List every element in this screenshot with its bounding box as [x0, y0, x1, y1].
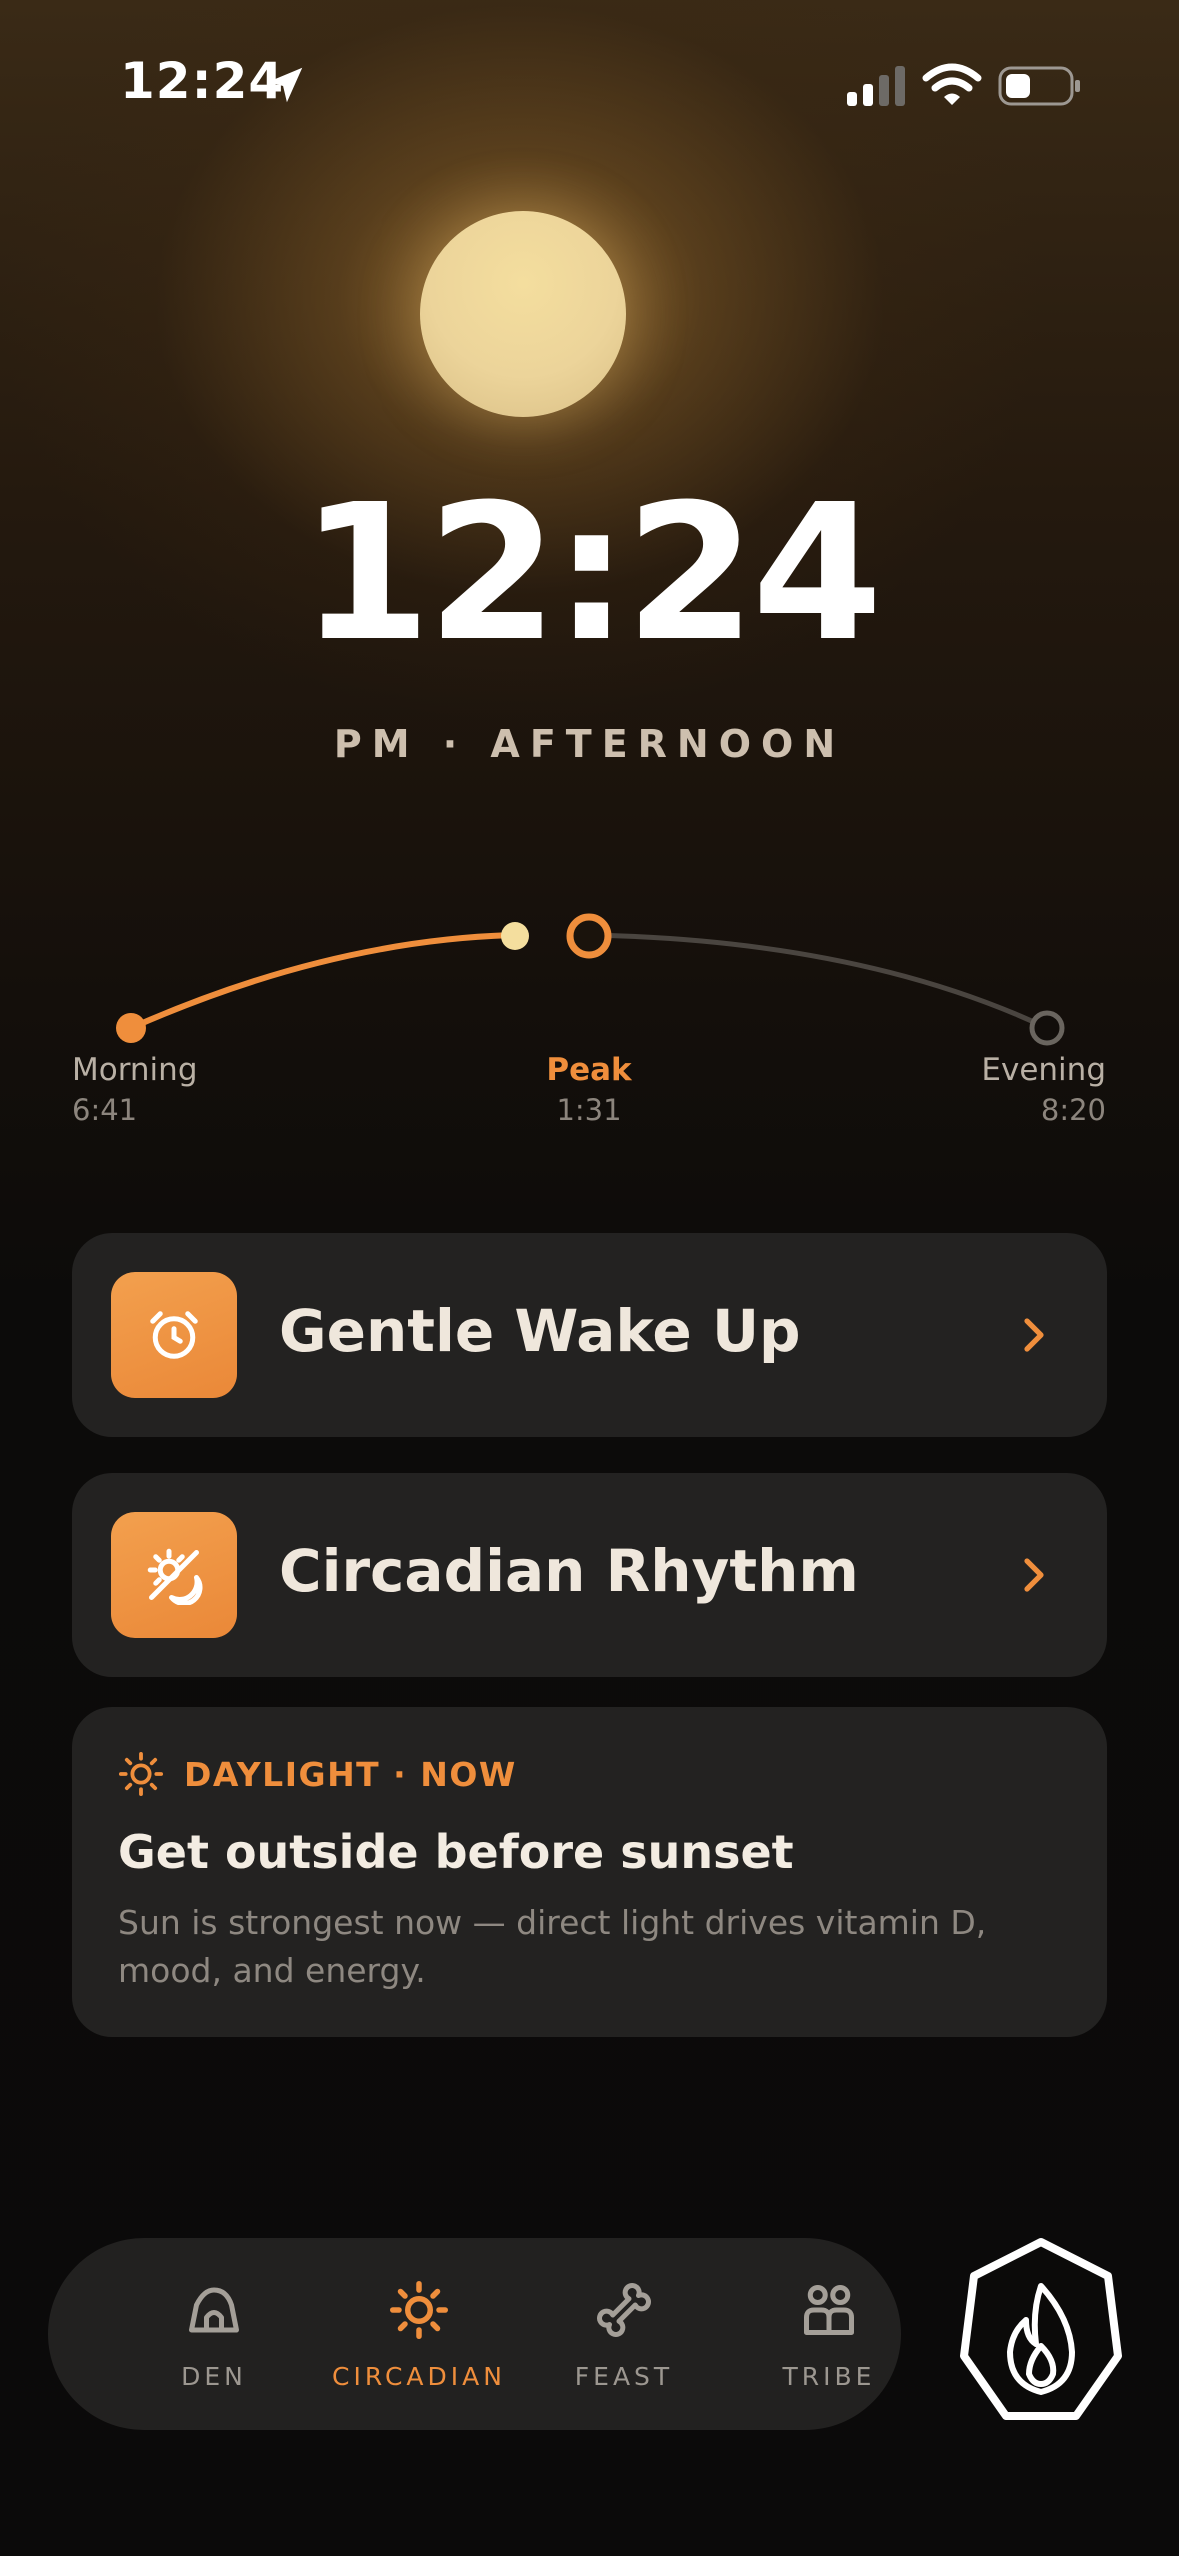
flame-button[interactable]	[958, 2236, 1124, 2426]
tab-den-label: DEN	[181, 2362, 247, 2391]
tab-den[interactable]: DEN	[114, 2238, 314, 2430]
tab-feast-label: FEAST	[574, 2362, 674, 2391]
arc-remaining	[587, 932, 1049, 1031]
rhythm-icon-tile	[111, 1512, 237, 1638]
wake-icon-tile	[111, 1272, 237, 1398]
sun-icon	[118, 1751, 164, 1797]
info-body: Sun is strongest now — direct light driv…	[118, 1903, 987, 1990]
day-period: PM · AFTERNOON	[333, 722, 846, 766]
current-time: 12:24	[300, 464, 882, 683]
morning-time: 6:41	[72, 1093, 138, 1127]
circadian-rhythm-title: Circadian Rhythm	[279, 1537, 859, 1605]
circadian-rhythm-card[interactable]: Circadian Rhythm	[72, 1473, 1107, 1677]
alarm-clock-icon	[150, 1311, 198, 1359]
tab-tribe-label: TRIBE	[782, 2362, 876, 2391]
sun-icon	[390, 2281, 448, 2339]
cellular-signal-icon	[847, 66, 905, 106]
status-time: 12:24	[120, 52, 285, 110]
daylight-info-card: DAYLIGHT · NOW Get outside before sunset…	[72, 1707, 1107, 2037]
tab-bar: DEN CIRCADIAN FEAST TRIBE	[48, 2238, 901, 2430]
sun-graphic	[420, 211, 626, 417]
peak-label: Peak	[546, 1052, 632, 1088]
sun-moon-icon	[147, 1548, 203, 1605]
circadian-screen: 12:24 12:24 PM · AFTERNOON Morning 6:41 …	[0, 0, 1179, 2556]
chevron-right-icon	[1024, 1318, 1044, 1352]
battery-icon	[998, 66, 1080, 106]
arc-elapsed	[129, 932, 516, 1031]
peak-time: 1:31	[556, 1093, 622, 1127]
morning-label: Morning	[72, 1052, 198, 1088]
cave-icon	[189, 2287, 239, 2333]
tab-circadian[interactable]: CIRCADIAN	[319, 2238, 519, 2430]
bone-icon	[597, 2283, 651, 2337]
evening-dot	[1029, 1010, 1065, 1046]
tab-tribe[interactable]: TRIBE	[729, 2238, 929, 2430]
tab-circadian-label: CIRCADIAN	[332, 2362, 506, 2391]
sun-arc	[116, 913, 1065, 1046]
evening-time: 8:20	[1040, 1093, 1106, 1127]
gentle-wake-up-title: Gentle Wake Up	[279, 1297, 801, 1365]
info-eyebrow: DAYLIGHT · NOW	[184, 1755, 517, 1794]
people-icon	[804, 2285, 854, 2335]
tab-feast[interactable]: FEAST	[524, 2238, 724, 2430]
peak-marker	[566, 913, 612, 959]
morning-dot	[116, 1013, 146, 1043]
wifi-icon	[922, 63, 982, 105]
info-title: Get outside before sunset	[118, 1825, 794, 1879]
gentle-wake-up-card[interactable]: Gentle Wake Up	[72, 1233, 1107, 1437]
current-sun-dot	[501, 922, 529, 950]
evening-label: Evening	[981, 1052, 1106, 1088]
chevron-right-icon	[1024, 1558, 1044, 1592]
location-arrow-icon	[267, 67, 303, 103]
